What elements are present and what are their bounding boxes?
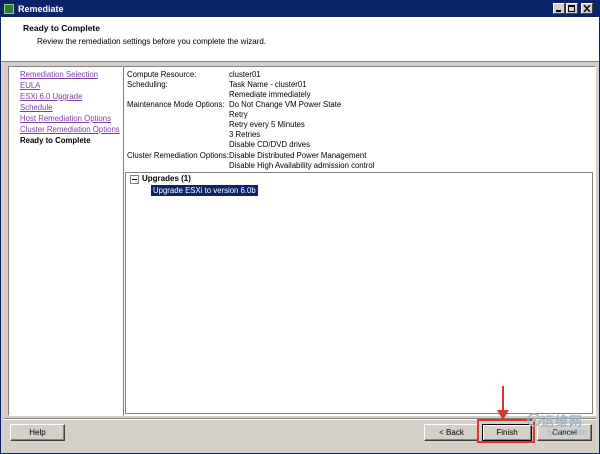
maximize-icon xyxy=(568,5,575,12)
nav-item-ready-to-complete: Ready to Complete xyxy=(20,136,91,145)
maintenance-mode-value: 3 Retries xyxy=(229,130,261,139)
title-bar[interactable]: Remediate xyxy=(1,1,599,17)
maximize-button[interactable] xyxy=(566,3,578,14)
down-arrow-icon xyxy=(497,386,509,420)
maintenance-mode-value: Retry xyxy=(229,110,248,119)
watermark-icon xyxy=(527,413,541,427)
tree-item-upgrade[interactable]: Upgrade ESXi to version 6.0b xyxy=(151,185,258,196)
scheduling-value: Remediate immediately xyxy=(229,90,311,99)
wizard-content: Remediation Selection EULA ESXi 6.0 Upgr… xyxy=(4,66,596,416)
nav-item-cluster-remediation-options[interactable]: Cluster Remediation Options xyxy=(20,125,120,135)
nav-item-remediation-selection[interactable]: Remediation Selection xyxy=(20,70,98,80)
compute-resource-label: Compute Resource: xyxy=(127,70,197,79)
close-icon xyxy=(583,5,591,12)
upgrades-tree: Upgrades (1) Upgrade ESXi to version 6.0… xyxy=(125,172,593,414)
back-button[interactable]: < Back xyxy=(424,424,479,441)
collapse-toggle[interactable] xyxy=(130,175,139,184)
remediate-window: Remediate Ready to Complete Review the r… xyxy=(0,0,600,454)
window-title: Remediate xyxy=(18,4,64,14)
minimize-icon xyxy=(556,10,561,12)
wizard-nav: Remediation Selection EULA ESXi 6.0 Upgr… xyxy=(8,66,123,416)
maintenance-mode-label: Maintenance Mode Options: xyxy=(127,100,225,109)
page-description: Review the remediation settings before y… xyxy=(37,37,267,46)
maintenance-mode-value: Disable CD/DVD drives xyxy=(229,140,311,149)
summary-panel: Compute Resource: cluster01 Scheduling: … xyxy=(123,66,596,416)
maintenance-mode-value: Do Not Change VM Power State xyxy=(229,100,342,109)
minimize-button[interactable] xyxy=(553,3,565,14)
compute-resource-value: cluster01 xyxy=(229,70,261,79)
scheduling-value: Task Name - cluster01 xyxy=(229,80,307,89)
cluster-remediation-label: Cluster Remediation Options: xyxy=(127,151,229,160)
cluster-remediation-value: Disable High Availability admission cont… xyxy=(229,161,375,170)
maintenance-mode-value: Retry every 5 Minutes xyxy=(229,120,305,129)
watermark-subtext: iyunv.com xyxy=(547,427,587,437)
tree-heading[interactable]: Upgrades (1) xyxy=(142,174,191,184)
close-window-button[interactable] xyxy=(581,3,593,14)
wizard-header: Ready to Complete Review the remediation… xyxy=(1,17,599,62)
help-button[interactable]: Help xyxy=(10,424,65,441)
page-title: Ready to Complete xyxy=(23,23,100,33)
cluster-remediation-value: Disable Distributed Power Management xyxy=(229,151,367,160)
app-icon xyxy=(4,4,14,14)
nav-item-esxi-upgrade[interactable]: ESXi 6.0 Upgrade xyxy=(20,92,82,102)
watermark-logo: 运维网 iyunv.com xyxy=(527,411,599,451)
nav-item-schedule[interactable]: Schedule xyxy=(20,103,53,113)
scheduling-label: Scheduling: xyxy=(127,80,168,89)
nav-item-host-remediation-options[interactable]: Host Remediation Options xyxy=(20,114,111,124)
nav-item-eula[interactable]: EULA xyxy=(20,81,40,91)
